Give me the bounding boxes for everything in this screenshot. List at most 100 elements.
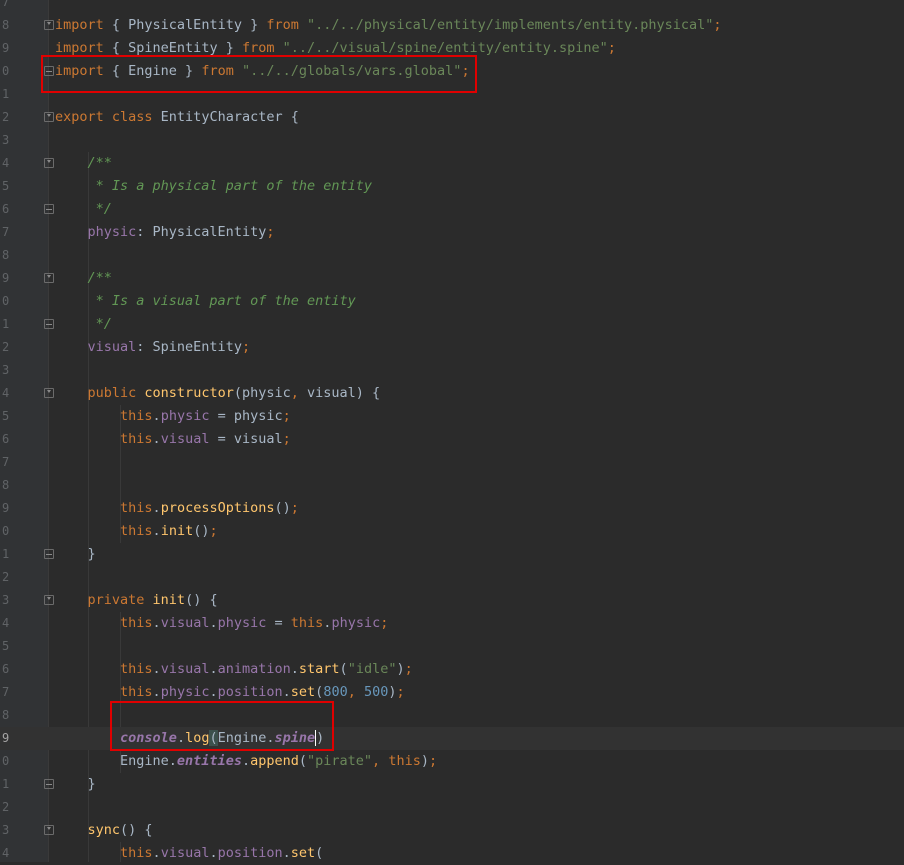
code-token: () — [193, 523, 210, 539]
code-text[interactable]: this.visual.animation.start("idle"); — [55, 658, 413, 681]
code-text[interactable]: physic: PhysicalEntity; — [55, 221, 275, 244]
fold-expand-icon[interactable] — [44, 388, 54, 398]
line-number: 2 — [2, 110, 10, 124]
code-token: . — [290, 661, 299, 677]
code-line[interactable]: 9 this.processOptions(); — [0, 497, 904, 520]
line-number: 5 — [2, 639, 10, 653]
fold-end-icon[interactable] — [44, 779, 54, 789]
code-editor[interactable]: 7 8 import { PhysicalEntity } from "../../… — [0, 0, 904, 862]
code-token: append — [250, 753, 299, 769]
code-line[interactable]: 0 this.init(); — [0, 520, 904, 543]
code-line[interactable]: 8 — [0, 244, 904, 267]
code-text[interactable]: this.processOptions(); — [55, 497, 299, 520]
code-line[interactable]: 1 } — [0, 543, 904, 566]
code-text[interactable]: sync() { — [55, 819, 153, 842]
code-token: visual — [55, 339, 137, 355]
code-token: visual — [160, 615, 210, 631]
code-text[interactable]: } — [55, 543, 96, 566]
code-token: . — [209, 684, 218, 700]
code-line[interactable]: 5 — [0, 635, 904, 658]
code-line[interactable]: 2 — [0, 566, 904, 589]
code-line[interactable]: 3 sync() { — [0, 819, 904, 842]
code-token: . — [152, 523, 161, 539]
code-line[interactable]: 3 private init() { — [0, 589, 904, 612]
code-text[interactable]: } — [55, 773, 96, 796]
code-line[interactable]: 1 */ — [0, 313, 904, 336]
code-token: entities — [176, 753, 242, 769]
fold-expand-icon[interactable] — [44, 595, 54, 605]
code-token: 500 — [363, 684, 389, 700]
code-line[interactable]: 8 import { PhysicalEntity } from "../../p… — [0, 14, 904, 37]
code-token: this — [55, 408, 153, 424]
code-text[interactable]: this.visual.physic = this.physic; — [55, 612, 388, 635]
code-token: */ — [55, 201, 112, 217]
code-token: { SpineEntity } — [103, 40, 242, 56]
code-line[interactable]: 7 — [0, 0, 904, 14]
line-number: 9 — [2, 731, 10, 745]
fold-expand-icon[interactable] — [44, 20, 54, 30]
code-text[interactable]: /** — [55, 267, 112, 290]
line-number: 3 — [2, 363, 10, 377]
code-token: this — [290, 615, 324, 631]
code-line[interactable]: 0 * Is a visual part of the entity — [0, 290, 904, 313]
code-text[interactable]: */ — [55, 198, 112, 221]
code-token: . — [152, 845, 161, 861]
code-text[interactable]: import { PhysicalEntity } from "../../ph… — [55, 14, 722, 37]
code-token: ( — [315, 845, 324, 861]
code-line[interactable]: 4 /** — [0, 152, 904, 175]
code-token: this — [55, 615, 153, 631]
code-line[interactable]: 9 /** — [0, 267, 904, 290]
code-line[interactable]: 6 */ — [0, 198, 904, 221]
code-token: (physic — [233, 385, 291, 401]
line-number: 3 — [2, 593, 10, 607]
code-line[interactable]: 7 physic: PhysicalEntity; — [0, 221, 904, 244]
code-line[interactable]: 7 — [0, 451, 904, 474]
code-line[interactable]: 2 visual: SpineEntity; — [0, 336, 904, 359]
code-line[interactable]: 2 — [0, 796, 904, 819]
code-token: ) — [388, 684, 397, 700]
fold-expand-icon[interactable] — [44, 825, 54, 835]
code-text[interactable]: private init() { — [55, 589, 218, 612]
code-line[interactable]: 6 this.visual = visual; — [0, 428, 904, 451]
code-token: * Is a physical part of the entity — [55, 178, 372, 194]
code-line[interactable]: 8 — [0, 474, 904, 497]
code-token: public — [55, 385, 137, 401]
code-token: this — [55, 500, 153, 516]
code-text[interactable]: public constructor(physic, visual) { — [55, 382, 381, 405]
fold-expand-icon[interactable] — [44, 112, 54, 122]
code-text[interactable]: * Is a physical part of the entity — [55, 175, 372, 198]
code-text[interactable]: this.visual = visual; — [55, 428, 291, 451]
fold-expand-icon[interactable] — [44, 273, 54, 283]
code-line[interactable]: 5 this.physic = physic; — [0, 405, 904, 428]
code-line[interactable]: 6 this.visual.animation.start("idle"); — [0, 658, 904, 681]
code-line[interactable]: 4 this.visual.physic = this.physic; — [0, 612, 904, 635]
code-line[interactable]: 0 Engine.entities.append("pirate", this)… — [0, 750, 904, 773]
code-text[interactable]: visual: SpineEntity; — [55, 336, 251, 359]
code-line[interactable]: 5 * Is a physical part of the entity — [0, 175, 904, 198]
fold-expand-icon[interactable] — [44, 158, 54, 168]
line-number: 4 — [2, 156, 10, 170]
fold-end-icon[interactable] — [44, 204, 54, 214]
code-line[interactable]: 1 } — [0, 773, 904, 796]
code-line[interactable]: 3 — [0, 359, 904, 382]
code-text[interactable]: Engine.entities.append("pirate", this); — [55, 750, 437, 773]
code-text[interactable]: this.physic = physic; — [55, 405, 291, 428]
code-text[interactable]: export class EntityCharacter { — [55, 106, 299, 129]
code-token: start — [298, 661, 340, 677]
code-text[interactable]: */ — [55, 313, 112, 336]
fold-end-icon[interactable] — [44, 319, 54, 329]
code-text[interactable]: * Is a visual part of the entity — [55, 290, 356, 313]
line-number: 8 — [2, 18, 10, 32]
code-token: private — [55, 592, 145, 608]
code-line[interactable]: 2 export class EntityCharacter { — [0, 106, 904, 129]
code-line[interactable]: 4 public constructor(physic, visual) { — [0, 382, 904, 405]
code-token: { PhysicalEntity } — [103, 17, 267, 33]
code-line[interactable]: 3 — [0, 129, 904, 152]
code-text[interactable]: this.init(); — [55, 520, 218, 543]
fold-end-icon[interactable] — [44, 549, 54, 559]
line-number: 5 — [2, 179, 10, 193]
code-token: "idle" — [347, 661, 397, 677]
code-text[interactable]: /** — [55, 152, 112, 175]
